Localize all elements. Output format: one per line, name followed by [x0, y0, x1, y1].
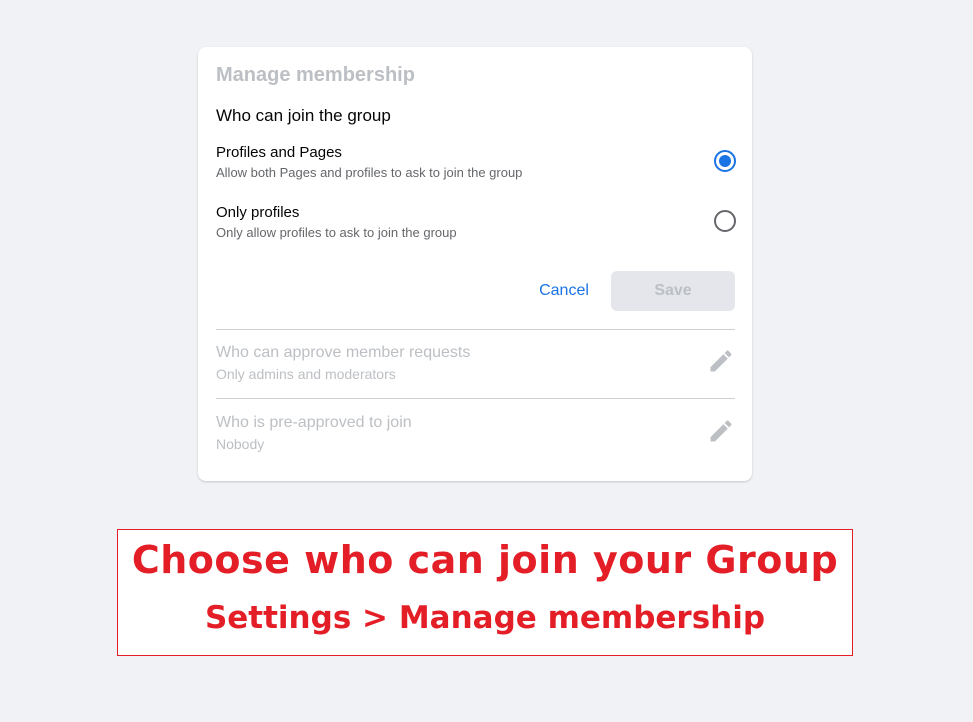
option-title: Profiles and Pages [216, 144, 342, 161]
option-description: Allow both Pages and profiles to ask to … [216, 165, 523, 180]
manage-membership-card: Manage membership Who can join the group… [198, 47, 752, 481]
radio-profiles-and-pages[interactable] [714, 150, 736, 172]
radio-only-profiles[interactable] [714, 210, 736, 232]
card-title: Manage membership [216, 64, 415, 86]
divider [216, 398, 735, 399]
option-only-profiles[interactable]: Only profiles Only allow profiles to ask… [216, 204, 736, 248]
setting-title: Who can approve member requests [216, 344, 471, 361]
setting-title: Who is pre-approved to join [216, 414, 412, 431]
setting-value: Only admins and moderators [216, 366, 396, 382]
save-button[interactable]: Save [611, 271, 735, 311]
divider [216, 329, 735, 330]
banner-headline: Choose who can join your Group [131, 538, 839, 582]
pencil-icon[interactable] [707, 417, 735, 445]
caption-banner: Choose who can join your Group Settings … [117, 529, 853, 656]
setting-value: Nobody [216, 436, 265, 452]
setting-pre-approved[interactable]: Who is pre-approved to join Nobody [216, 414, 735, 464]
setting-approve-member-requests[interactable]: Who can approve member requests Only adm… [216, 344, 735, 394]
banner-subline: Settings > Manage membership [204, 600, 766, 636]
option-description: Only allow profiles to ask to join the g… [216, 225, 457, 240]
option-title: Only profiles [216, 204, 300, 221]
option-profiles-and-pages[interactable]: Profiles and Pages Allow both Pages and … [216, 144, 736, 188]
pencil-icon[interactable] [707, 347, 735, 375]
cancel-button[interactable]: Cancel [529, 271, 599, 311]
section-title: Who can join the group [216, 106, 391, 125]
